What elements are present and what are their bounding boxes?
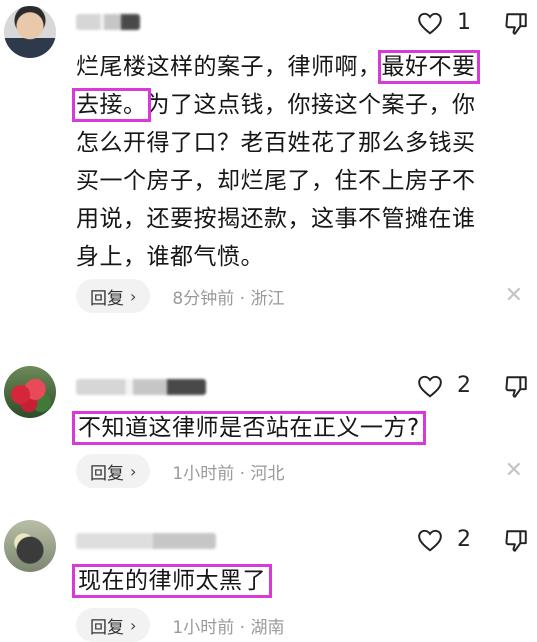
highlight-box: 现在的律师太黑了 (72, 564, 272, 598)
like-count: 2 (457, 373, 471, 398)
like-button[interactable]: 2 (417, 373, 471, 398)
reply-row: 回复 › 1小时前 · 河北 (76, 454, 284, 488)
username-blurred[interactable] (76, 379, 206, 395)
avatar[interactable] (4, 366, 56, 418)
thumbs-down-icon[interactable] (503, 374, 529, 400)
comment-line: 用说，还要按揭还款，这事不管摊在谁 (76, 206, 476, 232)
reply-button[interactable]: 回复 › (76, 608, 151, 642)
comment-text: 不知道这律师是否站在正义一方? (72, 409, 426, 447)
reply-row: 回复 › 8分钟前 · 浙江 (76, 279, 284, 313)
comment-meta: 1小时前 · 湖南 (172, 617, 285, 638)
chevron-right-icon: › (130, 615, 137, 635)
reply-button[interactable]: 回复 › (76, 454, 151, 488)
highlight-box: 去接。 (72, 88, 151, 122)
heart-icon (418, 529, 442, 552)
reply-row: 回复 › 1小时前 · 湖南 (76, 608, 284, 642)
username-blurred[interactable] (76, 533, 216, 549)
comment-line: 去接。为了这点钱，你接这个案子，你 (72, 88, 476, 122)
comment-line: 身上，谁都气愤。 (76, 244, 264, 270)
avatar[interactable] (4, 6, 56, 58)
like-button[interactable]: 2 (417, 527, 471, 552)
comment-meta: 1小时前 · 河北 (172, 463, 285, 484)
like-count: 1 (457, 10, 471, 35)
username-blurred[interactable] (76, 14, 140, 30)
comment-line: 烂尾楼这样的案子，律师啊，最好不要 (76, 50, 480, 84)
comment-line: 买一个房子，却烂尾了，住不上房子不 (76, 168, 476, 194)
thumbs-down-icon[interactable] (503, 11, 529, 37)
comment-text: 烂尾楼这样的案子，律师啊，最好不要 去接。为了这点钱，你接这个案子，你 怎么开得… (72, 48, 524, 276)
heart-icon (418, 12, 442, 35)
highlight-box: 最好不要 (377, 50, 480, 84)
like-count: 2 (457, 527, 471, 552)
avatar[interactable] (4, 520, 56, 572)
close-icon[interactable]: ✕ (505, 283, 523, 308)
chevron-right-icon: › (130, 461, 137, 481)
comment-line: 怎么开得了口？老百姓花了那么多钱买 (76, 130, 476, 156)
heart-icon (418, 375, 442, 398)
chevron-right-icon: › (130, 286, 137, 306)
like-button[interactable]: 1 (417, 10, 471, 35)
close-icon[interactable]: ✕ (505, 458, 523, 483)
reply-button[interactable]: 回复 › (76, 279, 151, 313)
highlight-box: 不知道这律师是否站在正义一方? (72, 411, 426, 445)
comment-text: 现在的律师太黑了 (72, 562, 272, 600)
comment-meta: 8分钟前 · 浙江 (172, 288, 285, 309)
thumbs-down-icon[interactable] (503, 528, 529, 554)
